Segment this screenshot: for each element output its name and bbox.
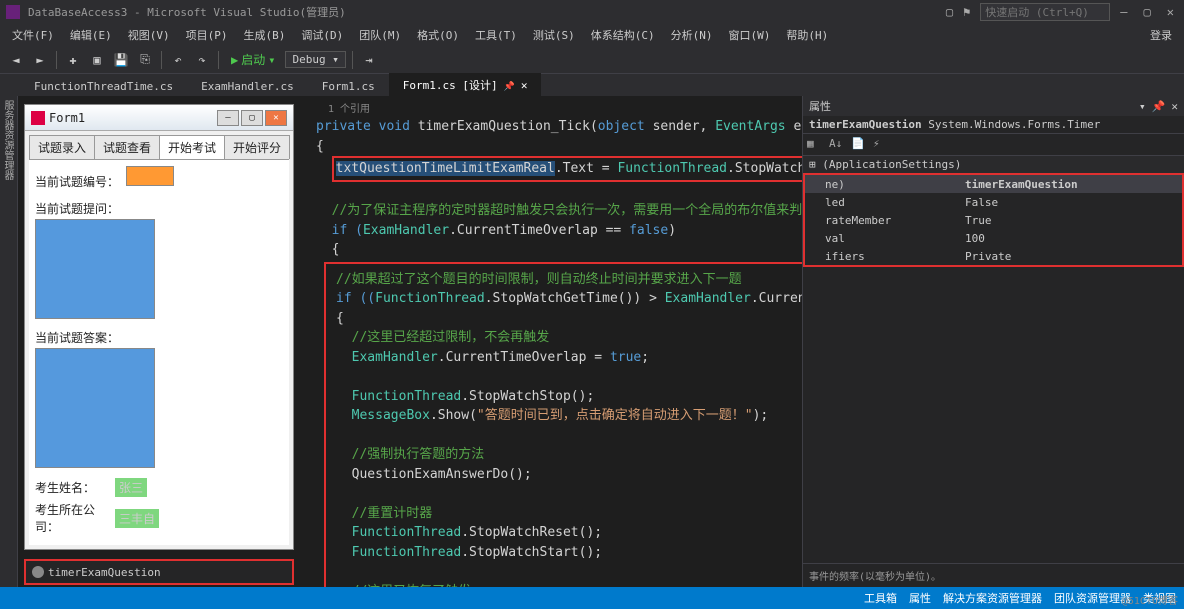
form-close-icon: ✕ bbox=[265, 110, 287, 126]
timer-icon bbox=[32, 566, 44, 578]
menu-team[interactable]: 团队(M) bbox=[353, 25, 407, 45]
close-tab-icon[interactable]: ✕ bbox=[521, 79, 528, 92]
menu-window[interactable]: 窗口(W) bbox=[723, 25, 777, 45]
open-icon[interactable]: ▣ bbox=[87, 50, 107, 70]
form-min-icon: — bbox=[217, 110, 239, 126]
inner-tab-3[interactable]: 开始评分 bbox=[224, 135, 290, 159]
menu-analyze[interactable]: 分析(N) bbox=[665, 25, 719, 45]
status-bar: 工具箱 属性 解决方案资源管理器 团队资源管理器 类视图 bbox=[0, 587, 1184, 609]
menu-arch[interactable]: 体系结构(C) bbox=[585, 25, 661, 45]
prop-row-generate[interactable]: rateMemberTrue bbox=[805, 211, 1182, 229]
form-window[interactable]: Form1 — ▢ ✕ 试题录入 试题查看 开始考试 开始评分 当前试题编号： bbox=[24, 104, 294, 550]
watermark: @51CTO博客 bbox=[1122, 592, 1178, 607]
minimize-icon[interactable]: — bbox=[1116, 5, 1131, 19]
tab-form1-design[interactable]: Form1.cs [设计]📌✕ bbox=[389, 73, 542, 96]
label-company: 考生所在公司： bbox=[35, 501, 115, 535]
label-question: 当前试题提问： bbox=[35, 200, 283, 217]
close-icon[interactable]: ✕ bbox=[1163, 5, 1178, 19]
tray-timer[interactable]: timerExamQuestion bbox=[32, 566, 161, 579]
left-rail[interactable]: 服务器资源管理器 bbox=[0, 96, 18, 587]
redo-icon[interactable]: ↷ bbox=[192, 50, 212, 70]
undo-icon[interactable]: ↶ bbox=[168, 50, 188, 70]
notification-icon[interactable]: ▢ bbox=[946, 5, 953, 19]
login-link[interactable]: 登录 bbox=[1144, 25, 1178, 45]
value-company[interactable]: 三丰自 bbox=[115, 509, 159, 528]
properties-panel: 属性 ▾📌✕ timerExamQuestion System.Windows.… bbox=[802, 96, 1184, 587]
status-solution[interactable]: 解决方案资源管理器 bbox=[943, 590, 1042, 606]
status-toolbox[interactable]: 工具箱 bbox=[864, 590, 897, 606]
prop-row-modifiers[interactable]: ifiersPrivate bbox=[805, 247, 1182, 265]
save-icon[interactable]: 💾 bbox=[111, 50, 131, 70]
props-dropdown-icon[interactable]: ▾ bbox=[1139, 100, 1146, 113]
properties-grid: ne)timerExamQuestion ledFalse rateMember… bbox=[803, 173, 1184, 267]
toolbar: ◄ ► ✚ ▣ 💾 ⎘ ↶ ↷ ▶ 启动 ▾ Debug ▾ ⇥ bbox=[0, 46, 1184, 74]
status-props[interactable]: 属性 bbox=[909, 590, 931, 606]
flag-icon[interactable]: ⚑ bbox=[963, 5, 970, 19]
pin-icon[interactable]: 📌 bbox=[504, 82, 515, 92]
textbox-num[interactable] bbox=[126, 166, 174, 186]
step-icon[interactable]: ⇥ bbox=[359, 50, 379, 70]
props-event-icon[interactable]: ⚡ bbox=[873, 137, 889, 153]
title-bar: DataBaseAccess3 - Microsoft Visual Studi… bbox=[0, 0, 1184, 24]
form-icon bbox=[31, 111, 45, 125]
saveall-icon[interactable]: ⎘ bbox=[135, 50, 155, 70]
label-num: 当前试题编号： bbox=[35, 175, 119, 189]
inner-tabs: 试题录入 试题查看 开始考试 开始评分 bbox=[29, 135, 289, 160]
props-close-icon[interactable]: ✕ bbox=[1171, 100, 1178, 113]
tab-functionthreadtime[interactable]: FunctionThreadTime.cs bbox=[20, 76, 187, 96]
form-caption: Form1 — ▢ ✕ bbox=[25, 105, 293, 131]
vs-logo-icon bbox=[6, 5, 20, 19]
textbox-answer[interactable] bbox=[35, 348, 155, 468]
properties-component[interactable]: timerExamQuestion System.Windows.Forms.T… bbox=[803, 116, 1184, 134]
nav-back-icon[interactable]: ◄ bbox=[6, 50, 26, 70]
form-max-icon: ▢ bbox=[241, 110, 263, 126]
maximize-icon[interactable]: ▢ bbox=[1140, 5, 1155, 19]
quick-launch-input[interactable] bbox=[980, 3, 1110, 21]
window-title: DataBaseAccess3 - Microsoft Visual Studi… bbox=[28, 4, 946, 20]
prop-row-enabled[interactable]: ledFalse bbox=[805, 193, 1182, 211]
tab-examhandler[interactable]: ExamHandler.cs bbox=[187, 76, 308, 96]
menu-format[interactable]: 格式(O) bbox=[411, 25, 465, 45]
label-answer: 当前试题答案： bbox=[35, 329, 283, 346]
window-controls: — ▢ ✕ bbox=[1116, 5, 1178, 19]
prop-row-name[interactable]: ne)timerExamQuestion bbox=[805, 175, 1182, 193]
props-az-icon[interactable]: A↓ bbox=[829, 137, 845, 153]
value-name[interactable]: 张三 bbox=[115, 478, 147, 497]
menu-help[interactable]: 帮助(H) bbox=[780, 25, 834, 45]
tab-form1-code[interactable]: Form1.cs bbox=[308, 76, 389, 96]
properties-category[interactable]: ⊞ (ApplicationSettings) bbox=[803, 156, 1184, 173]
status-team[interactable]: 团队资源管理器 bbox=[1054, 590, 1131, 606]
inner-tab-0[interactable]: 试题录入 bbox=[29, 135, 95, 159]
properties-toolbar: ▦ A↓ 📄 ⚡ bbox=[803, 134, 1184, 156]
menu-edit[interactable]: 编辑(E) bbox=[64, 25, 118, 45]
props-pin-icon[interactable]: 📌 bbox=[1152, 100, 1166, 113]
form-title: Form1 bbox=[49, 111, 85, 125]
properties-header: 属性 ▾📌✕ bbox=[803, 96, 1184, 116]
menu-test[interactable]: 测试(S) bbox=[527, 25, 581, 45]
menu-tools[interactable]: 工具(T) bbox=[469, 25, 523, 45]
document-tabs: FunctionThreadTime.cs ExamHandler.cs For… bbox=[0, 74, 1184, 96]
nav-fwd-icon[interactable]: ► bbox=[30, 50, 50, 70]
config-dropdown[interactable]: Debug ▾ bbox=[285, 51, 345, 68]
menu-debug[interactable]: 调试(D) bbox=[295, 25, 349, 45]
menu-view[interactable]: 视图(V) bbox=[122, 25, 176, 45]
menu-build[interactable]: 生成(B) bbox=[238, 25, 292, 45]
menu-bar: 文件(F) 编辑(E) 视图(V) 项目(P) 生成(B) 调试(D) 团队(M… bbox=[0, 24, 1184, 46]
start-debug-button[interactable]: ▶ 启动 ▾ bbox=[225, 51, 281, 68]
textbox-question[interactable] bbox=[35, 219, 155, 319]
props-prop-icon[interactable]: 📄 bbox=[851, 137, 867, 153]
component-tray: timerExamQuestion bbox=[24, 559, 294, 585]
properties-description: 事件的频率(以毫秒为单位)。 bbox=[803, 563, 1184, 587]
new-icon[interactable]: ✚ bbox=[63, 50, 83, 70]
prop-row-interval[interactable]: val100 bbox=[805, 229, 1182, 247]
props-cat-icon[interactable]: ▦ bbox=[807, 137, 823, 153]
menu-file[interactable]: 文件(F) bbox=[6, 25, 60, 45]
label-name: 考生姓名： bbox=[35, 479, 115, 496]
inner-tab-2[interactable]: 开始考试 bbox=[159, 135, 225, 159]
menu-project[interactable]: 项目(P) bbox=[180, 25, 234, 45]
form-designer: Form1 — ▢ ✕ 试题录入 试题查看 开始考试 开始评分 当前试题编号： bbox=[18, 96, 308, 587]
inner-tab-1[interactable]: 试题查看 bbox=[94, 135, 160, 159]
